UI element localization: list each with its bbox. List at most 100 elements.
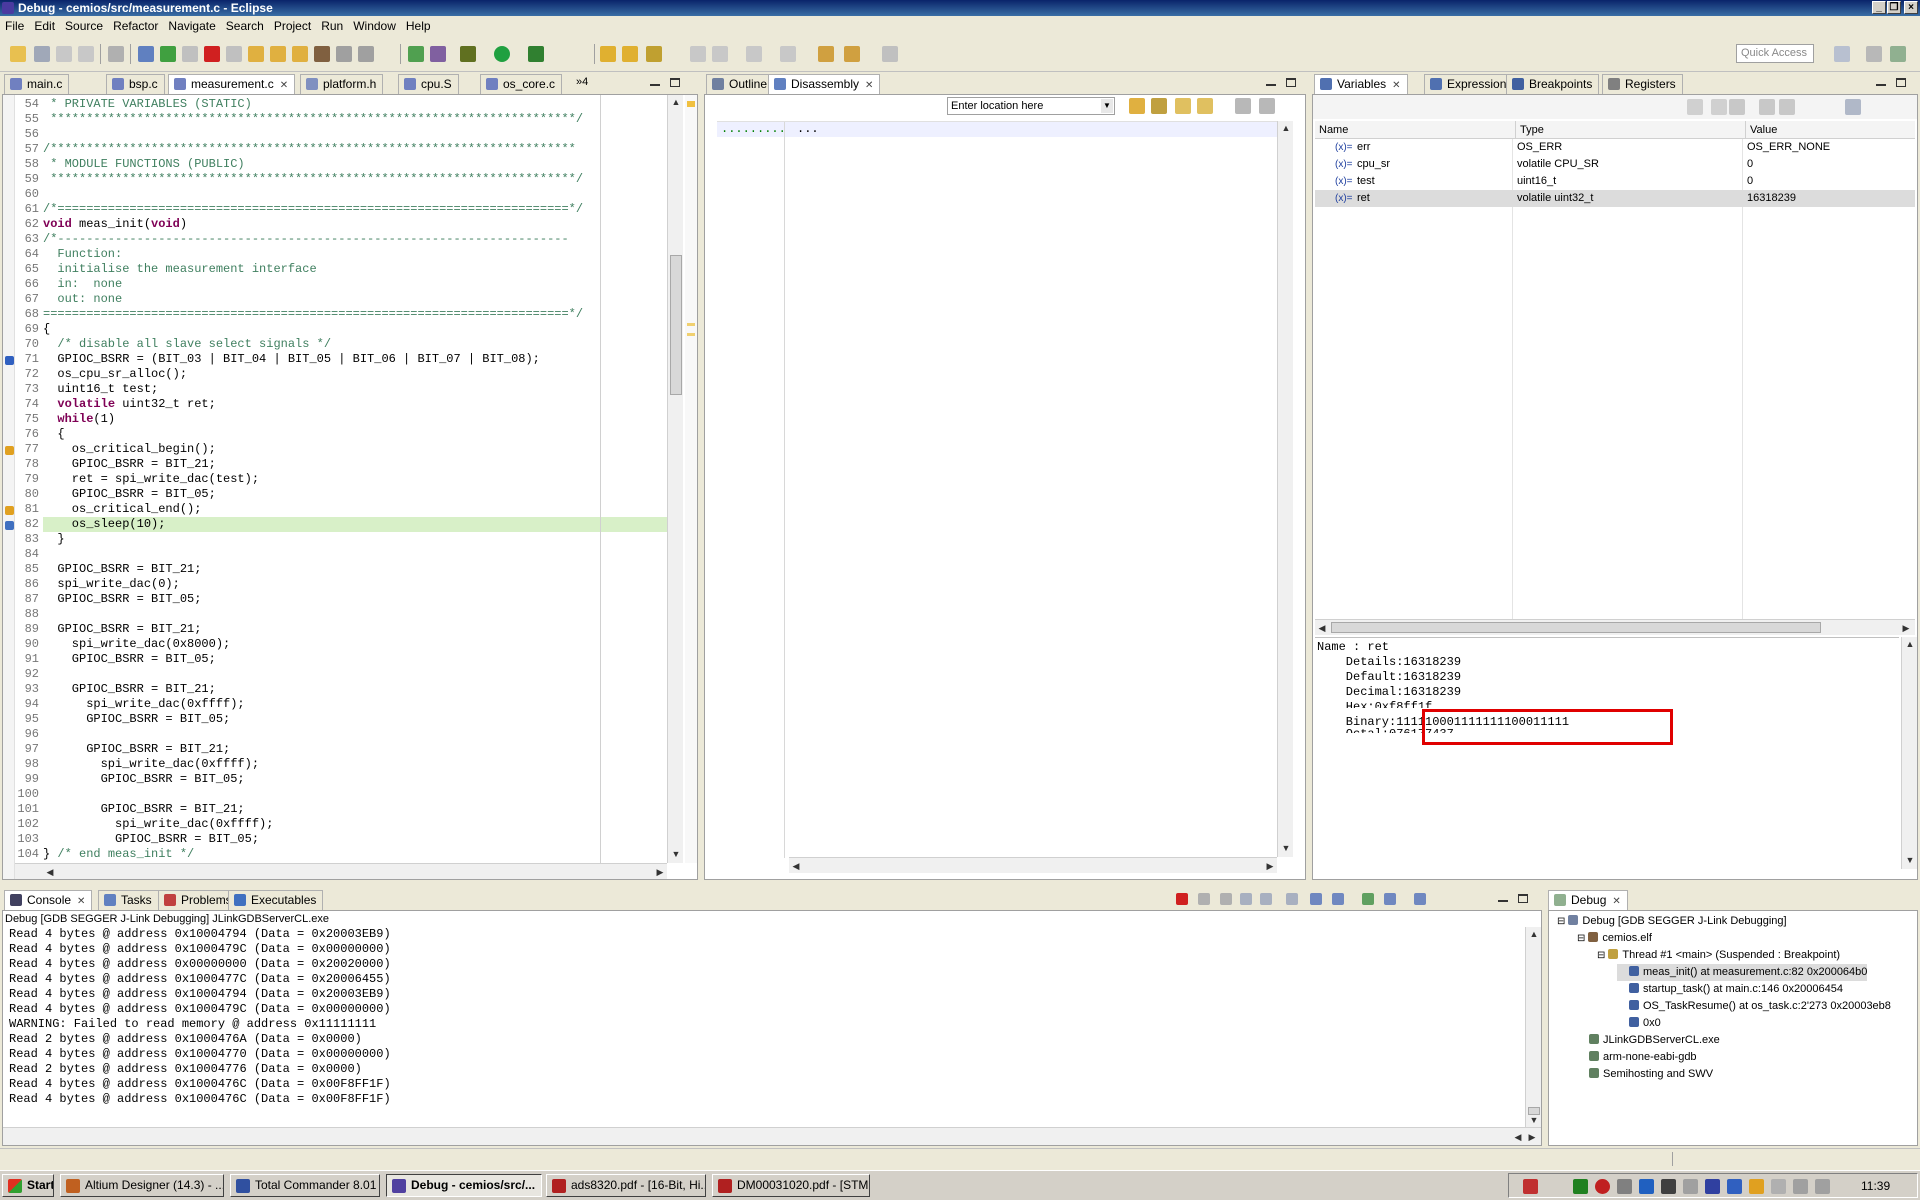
menu-run[interactable]: Run — [316, 16, 348, 36]
power-icon[interactable] — [1793, 1179, 1808, 1194]
last-edit-icon[interactable] — [818, 46, 834, 62]
maximize-icon[interactable] — [1896, 78, 1906, 87]
remove-launch-icon[interactable] — [1198, 893, 1210, 905]
code-line[interactable]: in: none — [43, 277, 122, 292]
instruction-step-icon[interactable] — [314, 46, 330, 62]
tab-breakpoints[interactable]: Breakpoints — [1506, 74, 1600, 94]
minimize-icon[interactable] — [1876, 84, 1886, 86]
chevron-down-icon[interactable]: ▼ — [1101, 99, 1113, 113]
code-line[interactable]: Function: — [43, 247, 122, 262]
print-icon[interactable] — [78, 46, 94, 62]
skip-breakpoints-icon[interactable] — [138, 46, 154, 62]
code-line[interactable]: ========================================… — [43, 307, 583, 322]
home-icon[interactable] — [1151, 98, 1167, 114]
code-line[interactable]: } /* end meas_init */ — [43, 847, 194, 862]
code-line[interactable]: out: none — [43, 292, 122, 307]
search-icon[interactable] — [646, 46, 662, 62]
menu-source[interactable]: Source — [60, 16, 108, 36]
debug-tree-item[interactable]: ⊟ Thread #1 <main> (Suspended : Breakpoin… — [1597, 947, 1840, 964]
menu-window[interactable]: Window — [348, 16, 401, 36]
restart-icon[interactable] — [358, 46, 374, 62]
disconnect-icon[interactable] — [226, 46, 242, 62]
debug-tree-item[interactable]: ⊟ Debug [GDB SEGGER J-Link Debugging] — [1557, 913, 1787, 930]
shield-icon[interactable] — [1523, 1179, 1538, 1194]
detail-vscroll[interactable]: ▲ ▼ — [1901, 637, 1917, 869]
tab-executables[interactable]: Executables — [228, 890, 324, 910]
location-combo[interactable]: Enter location here — [947, 97, 1115, 115]
save-icon[interactable] — [34, 46, 50, 62]
settings-icon[interactable] — [1617, 1179, 1632, 1194]
minimize-button[interactable]: _ — [1872, 1, 1886, 14]
disasm-vscroll[interactable]: ▲ ▼ — [1277, 121, 1293, 857]
tab-console[interactable]: Console ✕ — [4, 890, 93, 910]
code-line[interactable]: ****************************************… — [43, 112, 583, 127]
suspend-icon[interactable] — [182, 46, 198, 62]
goto-pc-icon[interactable] — [1129, 98, 1145, 114]
code-line[interactable]: GPIOC_BSRR = BIT_05; — [43, 592, 201, 607]
debug-icon[interactable] — [460, 46, 476, 62]
menu-search[interactable]: Search — [221, 16, 269, 36]
pin-icon[interactable] — [1235, 98, 1251, 114]
taskbar-button[interactable]: DM00031020.pdf - [STM... — [712, 1174, 870, 1197]
tab-debug[interactable]: Debug ✕ — [1548, 890, 1628, 910]
code-line[interactable]: { — [43, 322, 50, 337]
code-line[interactable]: ****************************************… — [43, 172, 583, 187]
bluetooth-icon[interactable] — [1639, 1179, 1654, 1194]
minimize-icon[interactable] — [650, 84, 660, 86]
network-icon[interactable] — [1573, 1179, 1588, 1194]
minimize-icon[interactable] — [1266, 84, 1276, 86]
run-icon[interactable] — [494, 46, 510, 62]
refresh-icon[interactable] — [1779, 99, 1795, 115]
code-line[interactable]: GPIOC_BSRR = BIT_21; — [43, 682, 216, 697]
col-name[interactable]: Name — [1319, 121, 1348, 139]
tab-bsp-c[interactable]: bsp.c — [106, 74, 165, 94]
code-line[interactable]: /* disable all slave select signals */ — [43, 337, 331, 352]
link-icon[interactable] — [1175, 98, 1191, 114]
word-wrap-icon[interactable] — [1286, 893, 1298, 905]
editor-hscroll[interactable]: ◀ ▶ — [15, 863, 667, 879]
scroll-right-icon[interactable]: ▶ — [653, 865, 667, 879]
step-over-icon[interactable] — [270, 46, 286, 62]
record-icon[interactable] — [1595, 1179, 1610, 1194]
next-annotation-icon[interactable] — [746, 46, 762, 62]
new-view-icon[interactable] — [1259, 98, 1275, 114]
code-line[interactable]: GPIOC_BSRR = BIT_21; — [43, 742, 230, 757]
close-icon[interactable]: ✕ — [1392, 80, 1400, 91]
add-icon[interactable] — [1711, 99, 1727, 115]
tab-os-core-c[interactable]: os_core.c — [480, 74, 563, 94]
breakpoint-icon[interactable] — [5, 356, 14, 365]
debug-tree-item[interactable]: 0x0 — [1617, 1015, 1661, 1032]
menu-help[interactable]: Help — [401, 16, 436, 36]
antivirus-icon[interactable] — [1661, 1179, 1676, 1194]
tab-variables[interactable]: Variables ✕ — [1314, 74, 1408, 94]
warning-icon[interactable] — [5, 446, 14, 455]
disasm-listing[interactable]: ......... ... — [717, 121, 1277, 858]
taskbar-button[interactable]: Debug - cemios/src/... — [386, 1174, 542, 1197]
scroll-down-icon[interactable]: ▼ — [669, 847, 683, 861]
variable-row[interactable]: (x)= test uint16_t 0 — [1315, 173, 1915, 190]
save-all-icon[interactable] — [56, 46, 72, 62]
terminate-icon[interactable] — [1176, 893, 1188, 905]
variables-table[interactable]: (x)= err OS_ERR OS_ERR_NONE (x)= cpu_sr volati… — [1315, 139, 1915, 629]
editor-vscroll[interactable]: ▲ ▼ — [667, 95, 683, 863]
collapse-icon[interactable]: ⊟ — [1577, 933, 1585, 944]
code-line[interactable]: spi_write_dac(0xffff); — [43, 817, 273, 832]
debug-tree[interactable]: ⊟ Debug [GDB SEGGER J-Link Debugging] ⊟ cem… — [1553, 913, 1913, 1143]
source-icon[interactable] — [1197, 98, 1213, 114]
debug-tree-item[interactable]: OS_TaskResume() at os_task.c:2'273 0x200… — [1617, 998, 1891, 1015]
code-line[interactable]: initialise the measurement interface — [43, 262, 316, 277]
code-line[interactable]: spi_write_dac(0xffff); — [43, 697, 244, 712]
debug-perspective-icon[interactable] — [1890, 46, 1906, 62]
taskbar-button[interactable]: ads8320.pdf - [16-Bit, Hi... — [546, 1174, 706, 1197]
code-line[interactable]: GPIOC_BSRR = (BIT_03 | BIT_04 | BIT_05 |… — [43, 352, 540, 367]
tab-outline[interactable]: Outline — [706, 74, 775, 94]
tab-platform-h[interactable]: platform.h — [300, 74, 384, 94]
display-icon[interactable] — [1727, 1179, 1742, 1194]
build-config-icon[interactable] — [430, 46, 446, 62]
code-line[interactable]: GPIOC_BSRR = BIT_05; — [43, 712, 230, 727]
maximize-icon[interactable] — [1286, 78, 1296, 87]
code-line[interactable]: GPIOC_BSRR = BIT_05; — [43, 652, 216, 667]
code-line[interactable]: GPIOC_BSRR = BIT_05; — [43, 772, 245, 787]
collapse-icon[interactable]: ⊟ — [1557, 916, 1565, 927]
scroll-lock-icon[interactable] — [1260, 893, 1272, 905]
